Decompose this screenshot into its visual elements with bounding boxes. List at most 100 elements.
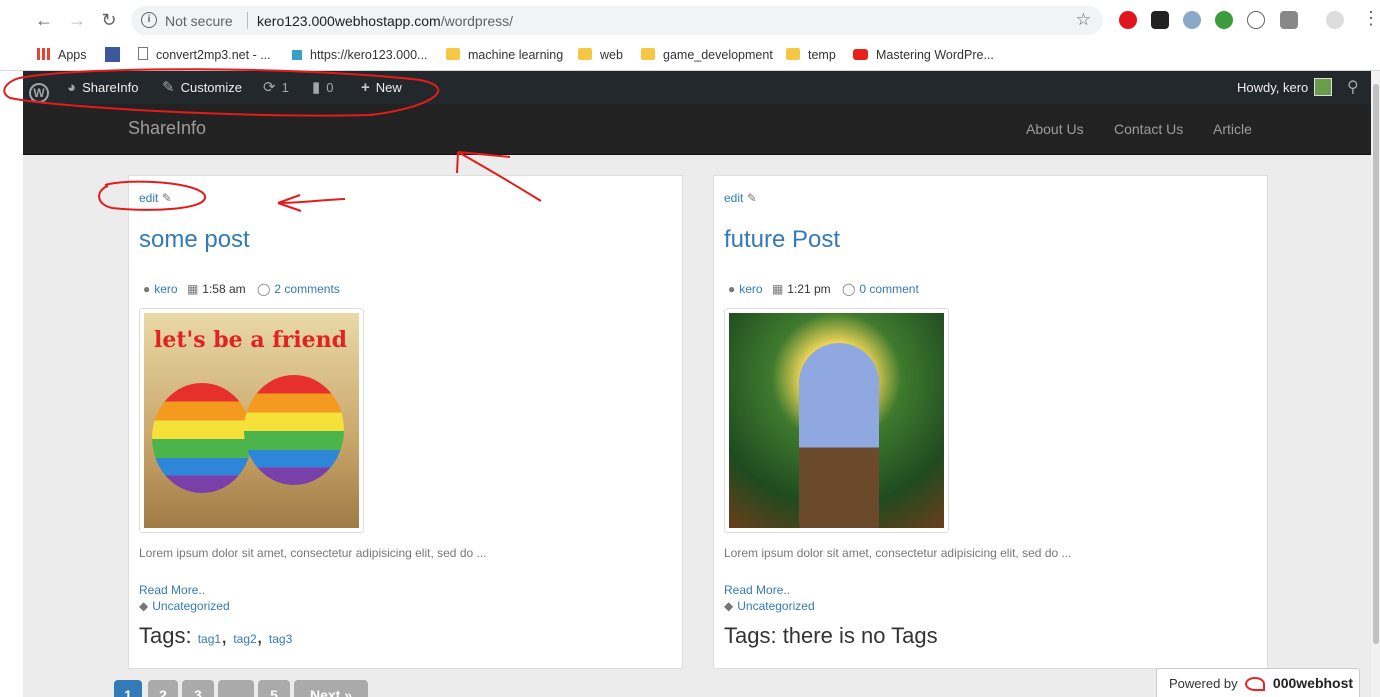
edit-link[interactable]: edit ✎ bbox=[139, 191, 172, 205]
bookmark-convert2mp3[interactable] bbox=[105, 45, 128, 65]
back-icon[interactable]: ← bbox=[33, 9, 55, 31]
window-margin bbox=[0, 71, 23, 697]
divider bbox=[247, 12, 248, 29]
pencil-icon: ✎ bbox=[162, 79, 175, 96]
pencil-icon: ✎ bbox=[161, 191, 172, 205]
refresh-icon: ⟳ bbox=[263, 79, 276, 96]
bookmark-kero123[interactable]: https://kero123.000... bbox=[292, 45, 427, 65]
post-excerpt: Lorem ipsum dolor sit amet, consectetur … bbox=[139, 546, 487, 560]
plus-icon: + bbox=[361, 79, 370, 96]
nav-about-us[interactable]: About Us bbox=[1026, 121, 1084, 137]
read-more-link[interactable]: Read More.. bbox=[139, 583, 205, 597]
dashboard-icon: ◕ bbox=[67, 79, 77, 96]
post-category[interactable]: ◆ Uncategorized bbox=[139, 599, 230, 613]
admin-site-link[interactable]: ◕ ShareInfo bbox=[67, 71, 138, 104]
post-card: edit ✎ some post ● kero ▦ 1:58 am ◯ 2 comme… bbox=[128, 175, 683, 669]
post-category[interactable]: ◆ Uncategorized bbox=[724, 599, 815, 613]
wordpress-logo-icon[interactable]: W bbox=[29, 71, 55, 104]
facebook-icon bbox=[105, 47, 120, 62]
edit-link[interactable]: edit ✎ bbox=[724, 191, 757, 205]
folder-icon bbox=[578, 48, 592, 60]
extension-globe-icon[interactable] bbox=[1215, 11, 1233, 29]
address-bar[interactable]: i Not secure kero123.000webhostapp.com/w… bbox=[131, 6, 1103, 35]
url-text[interactable]: kero123.000webhostapp.com/wordpress/ bbox=[257, 13, 513, 29]
bookmark-game-development[interactable]: game_development bbox=[641, 45, 773, 65]
extension-cb-icon[interactable] bbox=[1151, 11, 1169, 29]
user-icon: ● bbox=[143, 282, 151, 296]
post-card: edit ✎ future Post ● kero ▦ 1:21 pm ◯ 0 com… bbox=[713, 175, 1268, 669]
admin-updates-link[interactable]: ⟳ 1 bbox=[263, 71, 289, 104]
post-tags: Tags: tag1, tag2, tag3 bbox=[139, 623, 293, 648]
tag-link[interactable]: tag3 bbox=[269, 632, 292, 646]
next-page-link[interactable]: Next » bbox=[294, 680, 368, 697]
post-time: 1:21 pm bbox=[787, 282, 831, 296]
post-title[interactable]: some post bbox=[139, 226, 250, 254]
admin-new-link[interactable]: + New bbox=[361, 71, 402, 104]
security-label: Not secure bbox=[165, 13, 233, 29]
post-time: 1:58 am bbox=[202, 282, 246, 296]
smiley-left-image bbox=[152, 383, 252, 493]
extension-feather-icon[interactable] bbox=[1183, 11, 1201, 29]
smiley-right-image bbox=[244, 375, 344, 485]
bookmarks-bar: Apps convert2mp3.net - ... https://kero1… bbox=[0, 40, 1380, 71]
admin-howdy[interactable]: Howdy, kero bbox=[1237, 71, 1333, 104]
admin-comments-link[interactable]: ▮ 0 bbox=[312, 71, 334, 104]
search-icon[interactable]: ⚲ bbox=[1347, 71, 1359, 104]
nav-article[interactable]: Article bbox=[1213, 121, 1252, 137]
page-icon bbox=[138, 47, 148, 60]
bookmark-mastering-wordpress[interactable]: Mastering WordPre... bbox=[853, 45, 994, 65]
bookmark-apps[interactable]: Apps bbox=[37, 45, 87, 65]
site-brand[interactable]: ShareInfo bbox=[128, 118, 206, 139]
tag-link[interactable]: tag2 bbox=[233, 632, 256, 646]
tag-link[interactable]: tag1 bbox=[198, 632, 221, 646]
extension-circle-icon[interactable] bbox=[1247, 11, 1265, 29]
figure-image bbox=[799, 343, 879, 528]
menu-icon[interactable]: ⋮ bbox=[1362, 8, 1380, 29]
read-more-link[interactable]: Read More.. bbox=[724, 583, 790, 597]
post-tags: Tags: there is no Tags bbox=[724, 623, 938, 648]
calendar-icon: ▦ bbox=[771, 282, 784, 296]
page-link-3[interactable]: 3 bbox=[182, 680, 214, 697]
post-title[interactable]: future Post bbox=[724, 226, 840, 254]
comment-icon: ◯ bbox=[256, 282, 271, 296]
forward-icon[interactable]: → bbox=[66, 9, 88, 31]
bookmark-convert2mp3-link[interactable]: convert2mp3.net - ... bbox=[138, 45, 271, 65]
bookmark-web[interactable]: web bbox=[578, 45, 623, 65]
post-comments[interactable]: 0 comment bbox=[859, 282, 918, 296]
tags-icon: ◆ bbox=[139, 599, 149, 613]
youtube-icon bbox=[853, 49, 868, 60]
folder-icon bbox=[446, 48, 460, 60]
powered-by-badge[interactable]: Powered by 000webhost bbox=[1156, 668, 1360, 697]
bookmark-temp[interactable]: temp bbox=[786, 45, 836, 65]
post-author[interactable]: kero bbox=[154, 282, 177, 296]
info-icon[interactable]: i bbox=[141, 12, 157, 28]
browser-toolbar: ← → ↻ i Not secure kero123.000webhostapp… bbox=[0, 0, 1380, 40]
extension-puzzle-icon[interactable] bbox=[1280, 11, 1298, 29]
nav-contact-us[interactable]: Contact Us bbox=[1114, 121, 1183, 137]
page-link-2[interactable]: 2 bbox=[148, 680, 178, 697]
profile-icon[interactable] bbox=[1326, 11, 1344, 29]
pencil-icon: ✎ bbox=[746, 191, 757, 205]
wp-admin-bar: W ◕ ShareInfo ✎ Customize ⟳ 1 ▮ 0 + New Howdy… bbox=[23, 71, 1371, 104]
reload-icon[interactable]: ↻ bbox=[98, 9, 120, 31]
post-author[interactable]: kero bbox=[739, 282, 762, 296]
avatar bbox=[1314, 78, 1333, 96]
tags-icon: ◆ bbox=[724, 599, 734, 613]
post-comments[interactable]: 2 comments bbox=[274, 282, 339, 296]
site-navbar: ShareInfo About Us Contact Us Article bbox=[23, 104, 1371, 155]
adblock-icon[interactable] bbox=[1119, 11, 1137, 29]
page-link-1[interactable]: 1 bbox=[114, 680, 142, 697]
comment-icon: ◯ bbox=[841, 282, 856, 296]
post-thumbnail[interactable] bbox=[724, 308, 949, 533]
admin-customize-link[interactable]: ✎ Customize bbox=[162, 71, 242, 104]
calendar-icon: ▦ bbox=[186, 282, 199, 296]
scrollbar-thumb[interactable] bbox=[1373, 84, 1379, 644]
image-caption: let's be a friend bbox=[154, 327, 348, 353]
page-link-5[interactable]: 5 bbox=[258, 680, 290, 697]
bookmark-star-icon[interactable]: ☆ bbox=[1076, 10, 1091, 30]
bookmark-machine-learning[interactable]: machine learning bbox=[446, 45, 563, 65]
post-thumbnail[interactable]: let's be a friend bbox=[139, 308, 364, 533]
post-excerpt: Lorem ipsum dolor sit amet, consectetur … bbox=[724, 546, 1072, 560]
host-logo-icon bbox=[1245, 677, 1266, 691]
site-icon bbox=[292, 50, 302, 60]
